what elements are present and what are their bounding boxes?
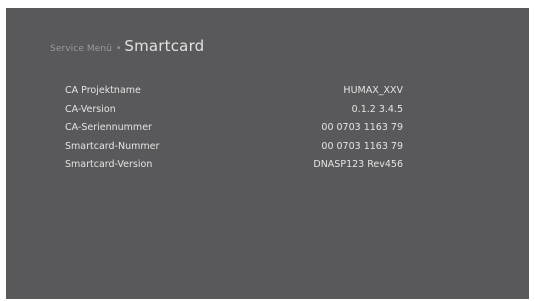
info-row-smartcard-number: Smartcard-Nummer 00 0703 1163 79 (65, 141, 403, 160)
info-label: CA-Seriennummer (65, 122, 152, 133)
page-title: Smartcard (124, 37, 205, 55)
info-value: HUMAX_XXV (343, 85, 403, 96)
info-label: Smartcard-Nummer (65, 140, 160, 152)
info-label: CA-Version (65, 103, 116, 115)
breadcrumb-separator: • (116, 44, 122, 54)
info-row-ca-version: CA-Version 0.1.2 3.4.5 (65, 104, 403, 123)
info-value: DNASP123 Rev456 (313, 159, 403, 170)
tv-screen: Service Menü • Smartcard CA Projektname … (6, 8, 529, 299)
info-value: 00 0703 1163 79 (321, 122, 403, 133)
breadcrumb-parent[interactable]: Service Menü (50, 44, 112, 54)
info-label: Smartcard-Version (65, 159, 153, 170)
info-value: 0.1.2 3.4.5 (351, 103, 403, 115)
breadcrumb: Service Menü • Smartcard (50, 37, 204, 59)
smartcard-info-table: CA Projektname HUMAX_XXV CA-Version 0.1.… (65, 85, 403, 178)
info-value: 00 0703 1163 79 (321, 140, 403, 152)
info-label: CA Projektname (65, 85, 141, 96)
info-row-ca-serial-number: CA-Seriennummer 00 0703 1163 79 (65, 122, 403, 141)
info-row-ca-project-name: CA Projektname HUMAX_XXV (65, 85, 403, 104)
info-row-smartcard-version: Smartcard-Version DNASP123 Rev456 (65, 159, 403, 178)
